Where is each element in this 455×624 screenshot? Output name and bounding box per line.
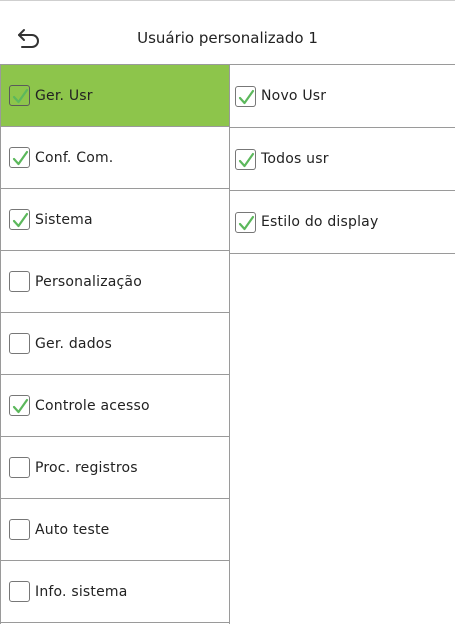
subpermission-item[interactable]: Estilo do display <box>230 191 455 254</box>
screen-frame: Usuário personalizado 1 Ger. Usr Conf. Co… <box>0 0 455 624</box>
page-title: Usuário personalizado 1 <box>137 29 318 47</box>
category-item-label: Conf. Com. <box>35 149 114 166</box>
subpermission-item[interactable]: Novo Usr <box>230 65 455 128</box>
category-item[interactable]: Controle acesso <box>1 375 229 437</box>
checkbox-unchecked-icon[interactable] <box>9 581 30 602</box>
category-item-label: Info. sistema <box>35 583 128 600</box>
category-item-label: Ger. Usr <box>35 87 93 104</box>
category-item[interactable]: Ger. dados <box>1 313 229 375</box>
checkbox-checked-icon[interactable] <box>235 148 256 170</box>
subpermission-item-label: Todos usr <box>261 151 329 167</box>
checkbox-checked-icon[interactable] <box>235 211 256 233</box>
checkbox-unchecked-icon[interactable] <box>9 457 30 478</box>
header-bar: Usuário personalizado 1 <box>0 15 455 65</box>
category-item[interactable]: Info. sistema <box>1 561 229 623</box>
category-item[interactable]: Conf. Com. <box>1 127 229 189</box>
category-item-label: Proc. registros <box>35 459 138 476</box>
checkbox-checked-icon[interactable] <box>9 85 30 106</box>
category-item-label: Auto teste <box>35 521 110 538</box>
category-item[interactable]: Proc. registros <box>1 437 229 499</box>
checkbox-checked-icon[interactable] <box>9 147 30 168</box>
category-item-label: Ger. dados <box>35 335 113 352</box>
permission-category-list: Ger. Usr Conf. Com. Sistema Personalização G… <box>0 65 230 624</box>
subpermission-item-label: Estilo do display <box>261 214 379 230</box>
checkbox-checked-icon[interactable] <box>235 85 256 107</box>
category-item[interactable]: Ger. Usr <box>1 65 229 127</box>
checkbox-unchecked-icon[interactable] <box>9 519 30 540</box>
category-item-label: Sistema <box>35 211 93 228</box>
subpermission-item[interactable]: Todos usr <box>230 128 455 191</box>
checkbox-unchecked-icon[interactable] <box>9 333 30 354</box>
category-item-label: Controle acesso <box>35 397 150 414</box>
category-item-label: Personalização <box>35 273 142 290</box>
checkbox-unchecked-icon[interactable] <box>9 271 30 292</box>
checkbox-checked-icon[interactable] <box>9 395 30 416</box>
permission-submenu-list: Novo Usr Todos usr Estilo do display <box>230 65 455 255</box>
category-item[interactable]: Sistema <box>1 189 229 251</box>
category-item[interactable]: Personalização <box>1 251 229 313</box>
subpermission-item-label: Novo Usr <box>261 88 327 104</box>
checkbox-checked-icon[interactable] <box>9 209 30 230</box>
category-item[interactable]: Auto teste <box>1 499 229 561</box>
